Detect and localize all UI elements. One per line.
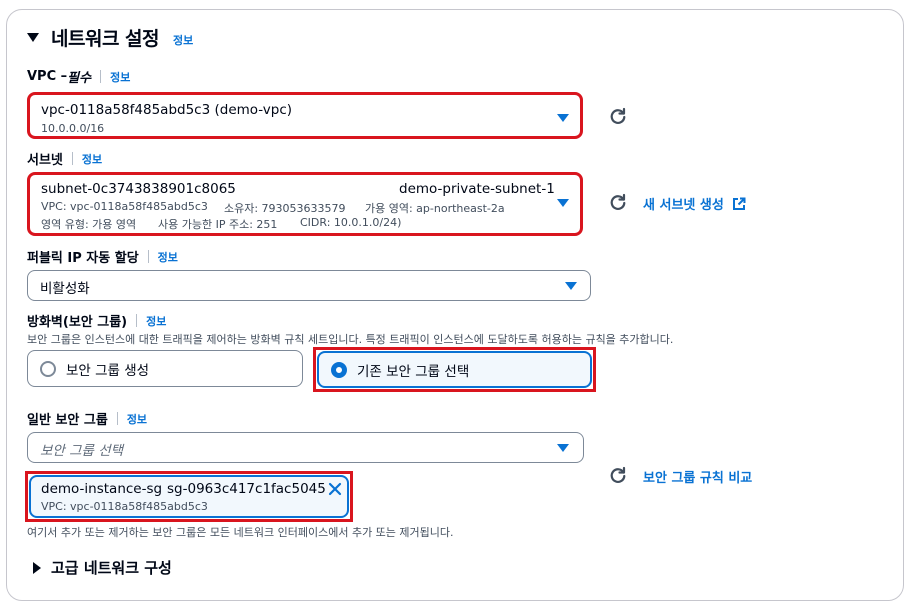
subnet-cidr: CIDR: 10.0.1.0/24) [300,216,402,229]
divider [116,412,118,425]
section-title: 네트워크 설정 [51,28,160,50]
section-info-link[interactable]: 정보 [173,32,193,48]
advanced-network-toggle[interactable]: 고급 네트워크 구성 [33,557,172,578]
caret-down-icon [27,33,39,42]
vpc-required: 필수 [67,71,92,86]
radio-button-selected[interactable] [331,361,347,378]
chevron-down-icon [565,282,577,290]
divider [136,314,138,327]
token-vpc: VPC: vpc-0118a58f485abd5c3 [41,500,208,513]
token-name: demo-instance-sg [41,481,163,497]
subnet-vpc: VPC: vpc-0118a58f485abd5c3 [41,200,208,213]
security-group-placeholder: 보안 그룹 선택 [40,443,124,459]
caret-right-icon [33,561,41,574]
vpc-value: vpc-0118a58f485abd5c3 (demo-vpc) [41,102,293,118]
firewall-label-row: 방화벽(보안 그룹) 정보 [27,311,166,330]
public-ip-info-link[interactable]: 정보 [158,249,178,265]
radio-create-sg[interactable]: 보안 그룹 생성 [27,350,303,387]
vpc-label: VPC – [27,69,68,84]
security-group-token: demo-instance-sg sg-0963c417c1fac5045 VP… [29,475,349,518]
subnet-type: 영역 유형: 가용 영역 [41,218,137,231]
divider [147,250,149,263]
public-ip-label: 퍼블릭 IP 자동 할당 [27,251,139,266]
common-sg-label: 일반 보안 그룹 [27,413,108,428]
advanced-network-title: 고급 네트워크 구성 [51,559,172,577]
subnet-info-link[interactable]: 정보 [82,151,102,167]
subnet-name: demo-private-subnet-1 [399,181,555,197]
vpc-label-row: VPC – 필수 정보 [27,67,130,86]
vpc-select[interactable]: vpc-0118a58f485abd5c3 (demo-vpc) 10.0.0.… [27,92,583,139]
refresh-icon[interactable] [609,466,627,484]
public-ip-value: 비활성화 [40,281,90,297]
public-ip-select[interactable]: 비활성화 [27,270,591,301]
chevron-down-icon [557,199,569,207]
subnet-az: 가용 영역: ap-northeast-2a [365,202,505,215]
divider [100,70,102,83]
subnet-id: subnet-0c3743838901c8065 [41,181,236,197]
subnet-select[interactable]: subnet-0c3743838901c8065 demo-private-su… [27,172,583,236]
create-subnet-label: 새 서브넷 생성 [643,198,724,213]
subnet-label: 서브넷 [27,153,63,168]
compare-sg-rules-link[interactable]: 보안 그룹 규칙 비교 [643,467,752,486]
divider [71,152,73,165]
refresh-icon[interactable] [609,107,627,125]
vpc-cidr: 10.0.0.0/16 [41,122,105,135]
radio-create-sg-label: 보안 그룹 생성 [66,362,150,379]
network-settings-header[interactable]: 네트워크 설정 정보 [27,24,193,51]
subnet-owner: 소유자: 793053633579 [224,202,346,215]
common-sg-label-row: 일반 보안 그룹 정보 [27,409,147,428]
create-subnet-link[interactable]: 새 서브넷 생성 [643,194,746,213]
firewall-info-link[interactable]: 정보 [146,313,166,329]
firewall-label: 방화벽(보안 그룹) [27,315,128,330]
common-sg-info-link[interactable]: 정보 [127,411,147,427]
common-sg-note: 여기서 추가 또는 제거하는 보안 그룹은 모든 네트워크 인터페이스에서 추가… [27,526,454,539]
radio-button[interactable] [40,360,56,377]
subnet-label-row: 서브넷 정보 [27,149,102,168]
radio-existing-sg-label: 기존 보안 그룹 선택 [357,363,470,380]
chevron-down-icon [557,444,569,452]
token-id: sg-0963c417c1fac5045 [167,481,326,497]
external-link-icon [732,197,746,210]
public-ip-label-row: 퍼블릭 IP 자동 할당 정보 [27,247,178,266]
radio-existing-sg[interactable]: 기존 보안 그룹 선택 [317,351,592,388]
firewall-description: 보안 그룹은 인스턴스에 대한 트래픽을 제어하는 방화벽 규칙 세트입니다. … [27,333,674,346]
vpc-info-link[interactable]: 정보 [110,69,130,85]
chevron-down-icon [557,114,569,122]
subnet-ips: 사용 가능한 IP 주소: 251 [158,218,278,231]
close-icon[interactable] [328,482,342,496]
security-group-select[interactable]: 보안 그룹 선택 [27,432,584,463]
refresh-icon[interactable] [609,193,627,211]
